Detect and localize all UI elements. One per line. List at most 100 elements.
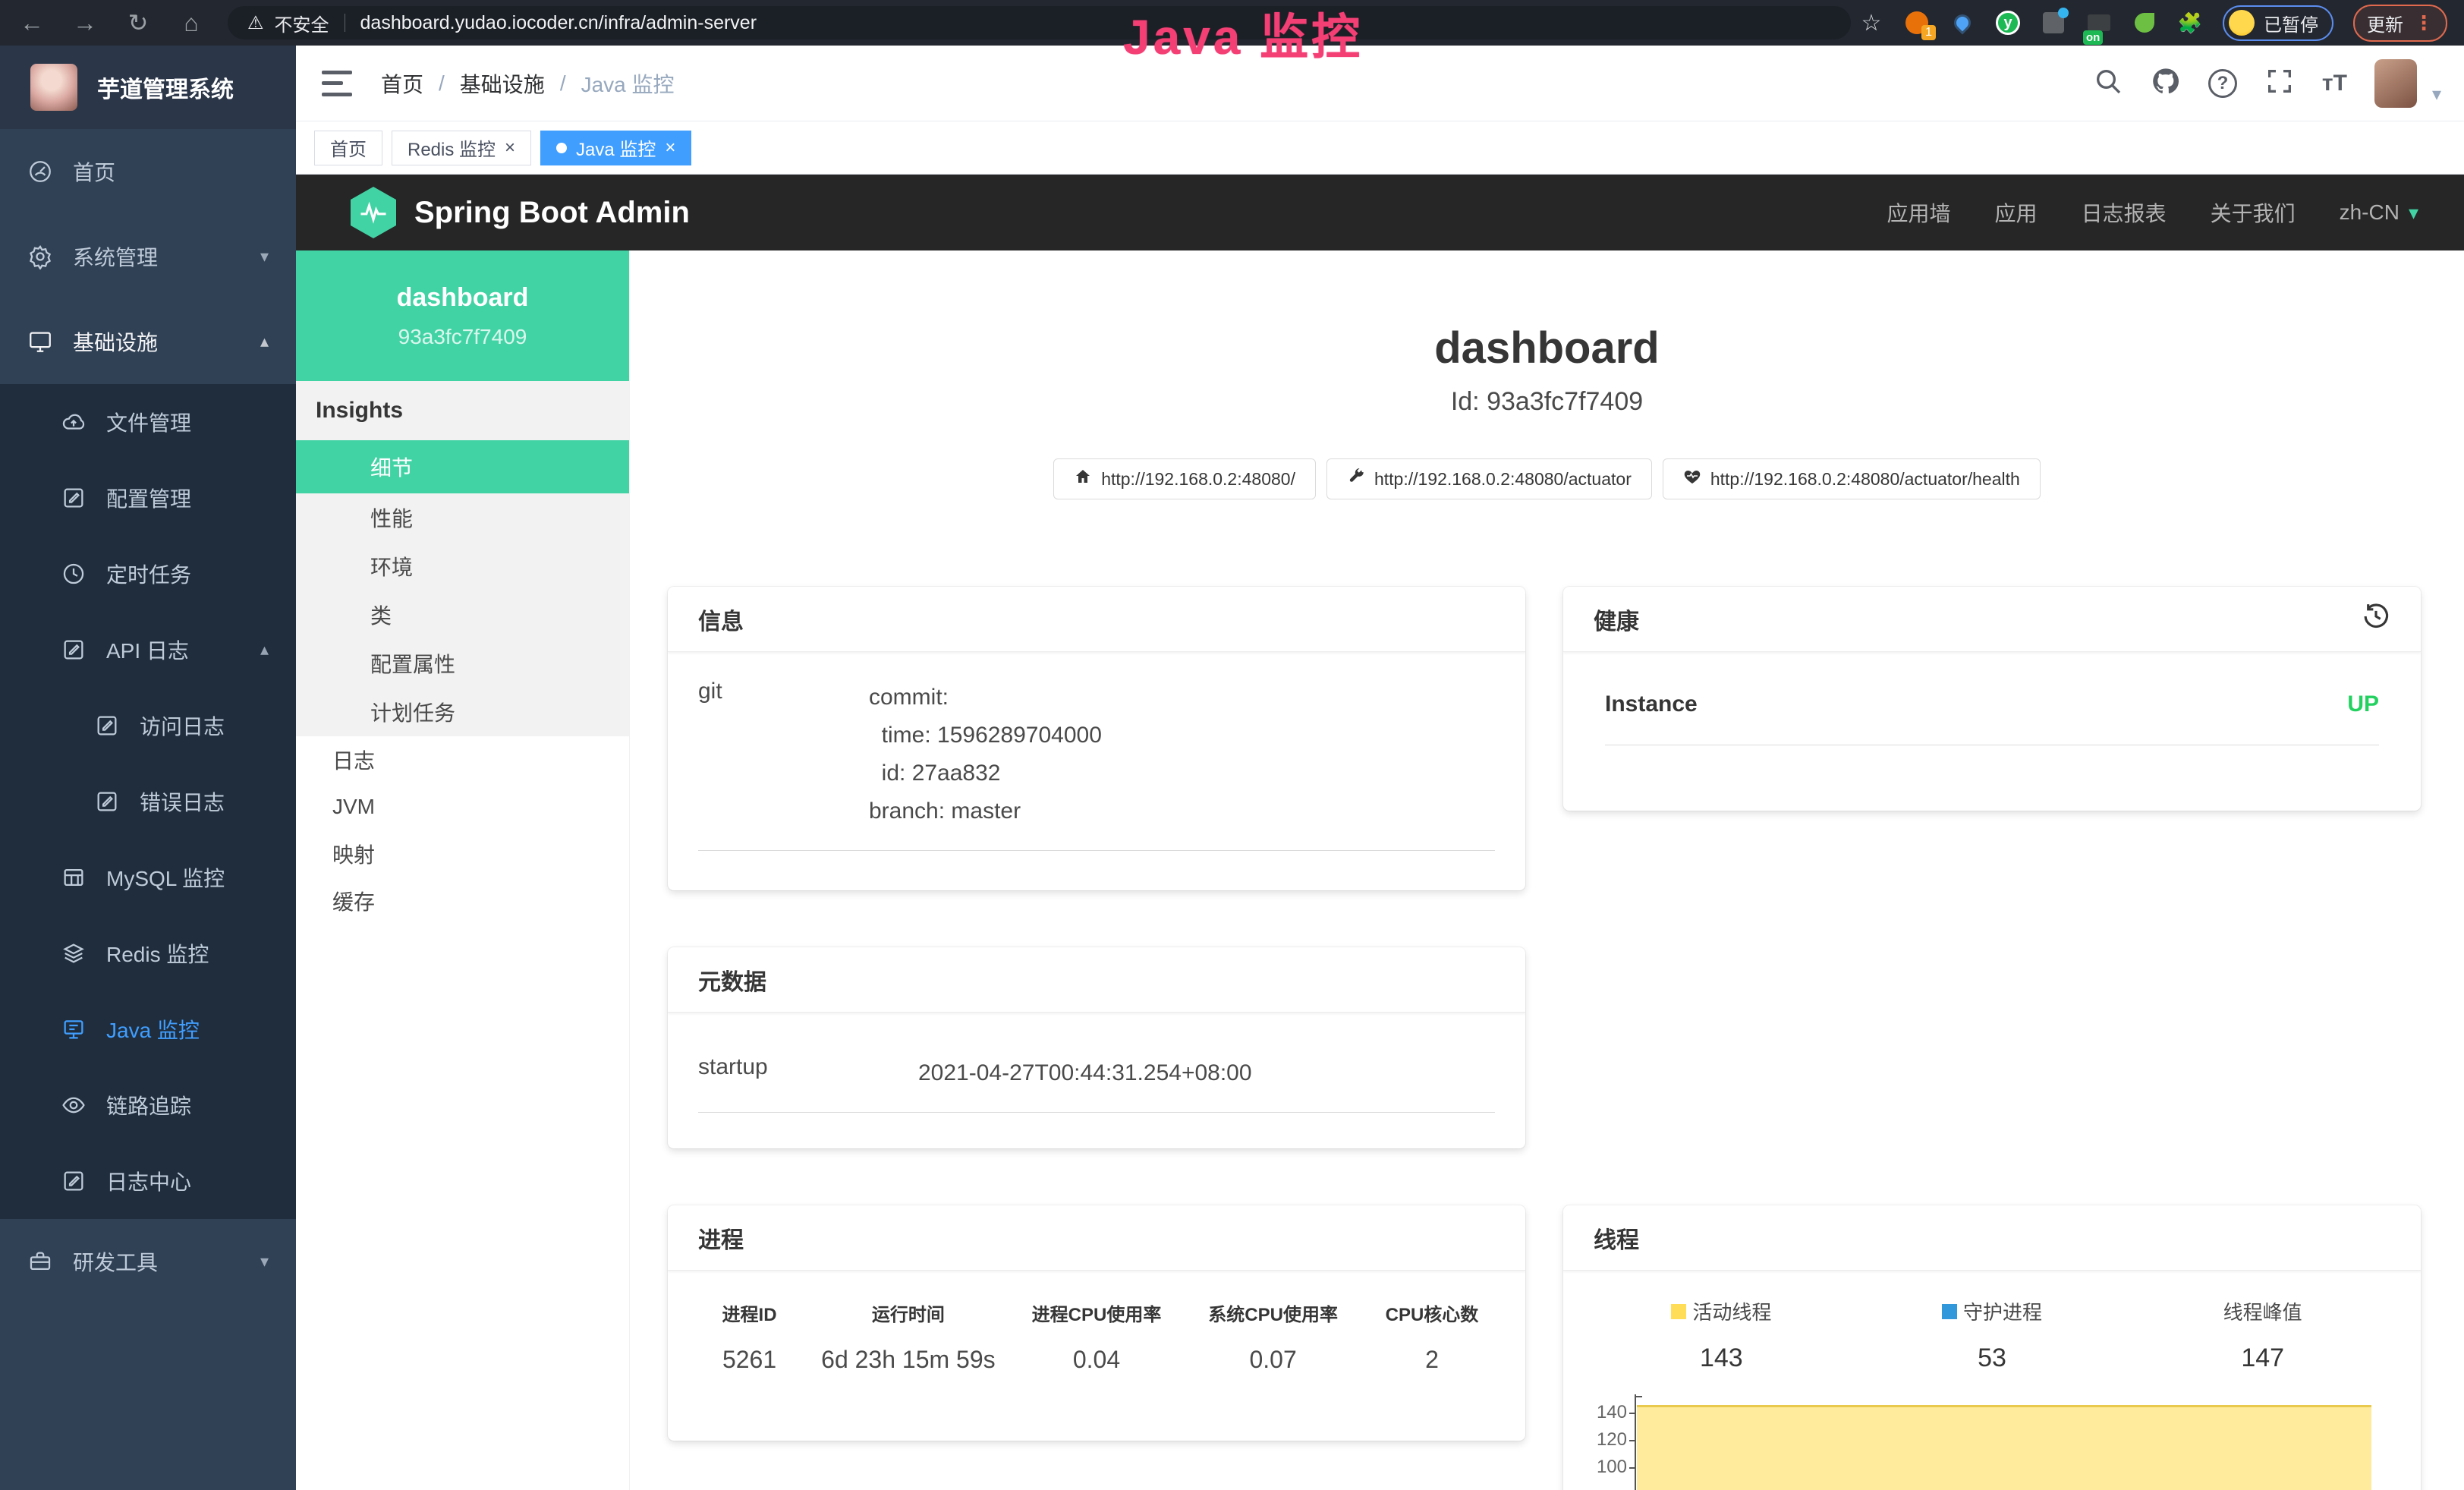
card-info: 信息 git commit: time: 1596289704000 id: 2…	[668, 587, 1525, 890]
card-metadata: 元数据 startup 2021-04-27T00:44:31.254+08:0…	[668, 947, 1525, 1148]
home-icon[interactable]: ⌂	[176, 0, 206, 46]
pin-extension-icon[interactable]	[1949, 10, 1975, 36]
sba-item-日志[interactable]: 日志	[296, 736, 629, 783]
sba-item-缓存[interactable]: 缓存	[296, 877, 629, 925]
sba-item-类[interactable]: 类	[296, 591, 629, 639]
help-icon[interactable]: ?	[2208, 69, 2237, 98]
extension-orange-icon[interactable]: 1	[1904, 10, 1930, 36]
instance-link-button[interactable]: http://192.168.0.2:48080/actuator	[1326, 458, 1652, 499]
font-size-icon[interactable]: ᴛT	[2322, 71, 2347, 96]
bookmark-star-icon[interactable]: ☆	[1858, 10, 1884, 36]
heart-icon	[1683, 468, 1701, 490]
sidebar-item-config-mgmt[interactable]: 配置管理	[0, 460, 296, 536]
process-table: 进程ID5261运行时间6d 23h 15m 59s进程CPU使用率0.04系统…	[668, 1271, 1525, 1374]
sidebar-item-dev-tools[interactable]: 研发工具▾	[0, 1219, 296, 1304]
sidebar-item-system[interactable]: 系统管理 ▾	[0, 214, 296, 299]
sidebar-item-label: 系统管理	[73, 241, 158, 272]
sba-logo-icon[interactable]	[351, 187, 396, 238]
back-icon[interactable]: ←	[17, 0, 47, 46]
forward-icon[interactable]: →	[70, 0, 100, 46]
card-info-header: 信息	[668, 587, 1525, 652]
tab-close-icon[interactable]: ×	[665, 139, 675, 157]
sidebar-item-home[interactable]: 首页	[0, 129, 296, 214]
sidebar-item-java[interactable]: Java 监控	[0, 991, 296, 1067]
instance-link-button[interactable]: http://192.168.0.2:48080/	[1053, 458, 1316, 499]
sba-item-配置属性[interactable]: 配置属性	[296, 639, 629, 688]
card-process-header: 进程	[668, 1205, 1525, 1271]
chevron-down-icon: ▾	[260, 247, 269, 266]
edit-icon	[94, 713, 120, 739]
process-column-value: 2	[1361, 1346, 1503, 1374]
screenshot-root: ← → ↻ ⌂ ⚠ 不安全 dashboard.yudao.iocoder.cn…	[0, 0, 2464, 1490]
browser-address-bar[interactable]: ⚠ 不安全 dashboard.yudao.iocoder.cn/infra/a…	[228, 6, 1851, 39]
sidebar-item-infra[interactable]: 基础设施▴	[0, 299, 296, 384]
breadcrumb-item[interactable]: 首页	[381, 68, 423, 99]
chevron-up-icon: ▴	[260, 640, 269, 660]
sba-nav-about[interactable]: 关于我们	[2211, 197, 2296, 228]
health-instance-row[interactable]: Instance UP	[1605, 691, 2379, 745]
sba-content: dashboard Id: 93a3fc7f7409 http://192.16…	[630, 250, 2464, 1490]
tab-Redis 监控[interactable]: Redis 监控×	[392, 131, 531, 165]
tab-Java 监控[interactable]: Java 监控×	[540, 131, 691, 165]
edit-icon	[61, 485, 87, 511]
profile-paused-chip[interactable]: 已暂停	[2223, 5, 2333, 41]
sba-item-细节[interactable]: 细节	[296, 440, 629, 493]
annotation-java-monitor: Java 监控	[1123, 0, 1363, 68]
sba-item-环境[interactable]: 环境	[296, 542, 629, 591]
sidebar-item-cron-job[interactable]: 定时任务	[0, 536, 296, 612]
sba-nav-wallboard[interactable]: 应用墙	[1887, 197, 1951, 228]
fullscreen-icon[interactable]	[2264, 66, 2295, 100]
tab-active-dot-icon	[556, 143, 567, 153]
instance-link-button[interactable]: http://192.168.0.2:48080/actuator/health	[1663, 458, 2041, 499]
breadcrumb-item[interactable]: 基础设施	[460, 68, 545, 99]
sba-group-label[interactable]: Insights	[296, 381, 629, 440]
info-row-value: commit: time: 1596289704000 id: 27aa832 …	[869, 679, 1495, 830]
process-column-value: 6d 23h 15m 59s	[808, 1346, 1009, 1374]
sidebar-item-mysql[interactable]: MySQL 监控	[0, 840, 296, 915]
y-extension-icon[interactable]: y	[1995, 10, 2021, 36]
breadcrumb-separator: /	[560, 71, 566, 96]
sidebar-item-access-log[interactable]: 访问日志	[0, 688, 296, 764]
sba-item-JVM[interactable]: JVM	[296, 783, 629, 830]
sidebar-item-log-center[interactable]: 日志中心	[0, 1143, 296, 1219]
process-column: 进程CPU使用率0.04	[1009, 1299, 1185, 1374]
sba-brand[interactable]: Spring Boot Admin	[414, 196, 690, 230]
github-icon[interactable]	[2151, 66, 2181, 100]
sba-item-计划任务[interactable]: 计划任务	[296, 688, 629, 736]
search-icon[interactable]	[2093, 66, 2123, 100]
sba-nav-journal[interactable]: 日志报表	[2082, 197, 2167, 228]
layers-icon	[61, 940, 87, 966]
sidebar-item-file-mgmt[interactable]: 文件管理	[0, 384, 296, 460]
instance-link-url: http://192.168.0.2:48080/actuator/health	[1710, 469, 2020, 490]
eye-icon	[61, 1092, 87, 1118]
reload-icon[interactable]: ↻	[123, 0, 153, 46]
on-extension-icon[interactable]: on	[2086, 10, 2112, 36]
app-logo-image	[30, 64, 77, 111]
card-threads-header: 线程	[1563, 1205, 2421, 1271]
browser-menu-icon[interactable]: ⋮	[2414, 11, 2434, 35]
sidebar-item-trace[interactable]: 链路追踪	[0, 1067, 296, 1143]
grid-extension-icon[interactable]	[2041, 10, 2066, 36]
extensions-puzzle-icon[interactable]: 🧩	[2177, 10, 2203, 36]
sba-language-select[interactable]: zh-CN▾	[2340, 200, 2418, 225]
browser-update-button[interactable]: 更新 ⋮	[2353, 5, 2447, 42]
sidebar-logo-link[interactable]: 芋道管理系统	[0, 46, 296, 129]
process-column-header: CPU核心数	[1361, 1299, 1503, 1326]
security-label: 不安全	[275, 10, 329, 36]
leaf-extension-icon[interactable]	[2132, 10, 2157, 36]
sba-nav-applications[interactable]: 应用	[1995, 197, 2038, 228]
browser-nav-buttons: ← → ↻ ⌂	[17, 0, 206, 46]
sidebar-item-error-log[interactable]: 错误日志	[0, 764, 296, 840]
tab-close-icon[interactable]: ×	[505, 139, 515, 157]
tab-首页[interactable]: 首页	[314, 131, 382, 165]
user-avatar[interactable]	[2374, 59, 2417, 108]
process-column: 系统CPU使用率0.07	[1185, 1299, 1361, 1374]
sidebar-item-api-log[interactable]: API 日志▴	[0, 612, 296, 688]
sba-item-映射[interactable]: 映射	[296, 830, 629, 877]
hamburger-icon[interactable]	[322, 71, 352, 96]
sba-item-性能[interactable]: 性能	[296, 493, 629, 542]
axis-tick-label: 140	[1597, 1402, 1627, 1423]
avatar-caret-icon[interactable]: ▾	[2432, 83, 2441, 106]
health-history-icon[interactable]	[2362, 602, 2390, 637]
sidebar-item-redis[interactable]: Redis 监控	[0, 915, 296, 991]
